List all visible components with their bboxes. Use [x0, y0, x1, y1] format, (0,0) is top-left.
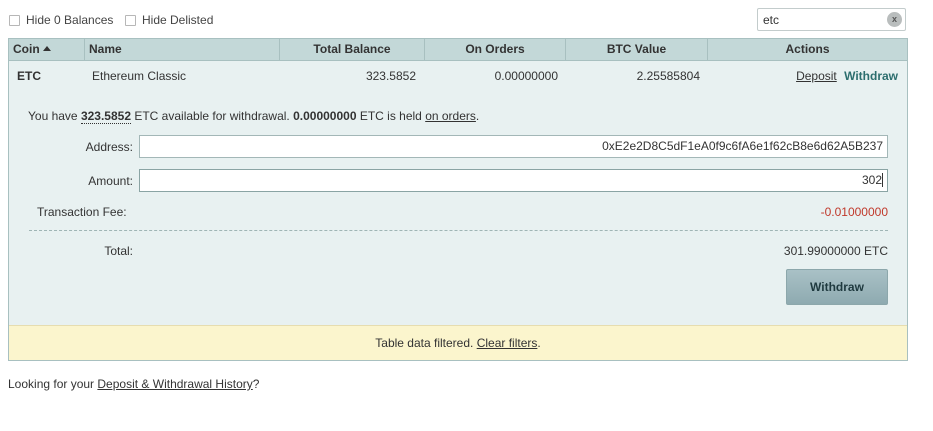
table-header: Coin Name Total Balance On Orders BTC Va… — [9, 39, 907, 61]
total-value: 301.99000000 ETC — [783, 244, 888, 258]
on-orders-link[interactable]: on orders — [425, 109, 476, 123]
withdraw-link[interactable]: Withdraw — [844, 69, 898, 83]
clear-filters-link[interactable]: Clear filters — [477, 336, 538, 350]
held-amount: 0.00000000 — [293, 109, 357, 123]
hide-zero-balances-label: Hide 0 Balances — [26, 13, 114, 27]
clear-search-icon[interactable]: x — [887, 12, 902, 27]
divider — [29, 230, 888, 231]
available-text-4: . — [475, 109, 480, 123]
available-amount[interactable]: 323.5852 — [80, 109, 132, 124]
filter-toolbar: Hide 0 Balances Hide Delisted etc x — [0, 0, 933, 38]
withdraw-button[interactable]: Withdraw — [786, 269, 888, 305]
filter-notice-text: Table data filtered. — [375, 336, 477, 350]
column-header-btc-value[interactable]: BTC Value — [566, 39, 708, 60]
balances-table: Coin Name Total Balance On Orders BTC Va… — [8, 38, 908, 361]
column-header-coin-label: Coin — [13, 42, 40, 56]
amount-label: Amount: — [88, 174, 133, 188]
hide-zero-balances-checkbox[interactable]: Hide 0 Balances — [9, 13, 113, 27]
deposit-link[interactable]: Deposit — [796, 69, 837, 83]
amount-field[interactable]: 302 — [139, 169, 888, 192]
transaction-fee-label: Transaction Fee: — [37, 205, 127, 219]
checkbox-box[interactable] — [125, 14, 136, 26]
column-header-total-balance[interactable]: Total Balance — [280, 39, 425, 60]
on-orders-value: 0.00000000 — [494, 69, 558, 83]
address-field[interactable]: 0xE2e2D8C5dF1eA0f9c6fA6e1f62cB8e6d62A5B2… — [139, 135, 888, 158]
deposit-withdrawal-history-link[interactable]: Deposit & Withdrawal History — [97, 377, 252, 391]
available-text-2: ETC available for withdrawal. — [131, 109, 294, 123]
available-text-3: ETC is held — [356, 109, 426, 123]
coin-name: Ethereum Classic — [92, 69, 187, 83]
total-label: Total: — [104, 244, 133, 258]
column-header-actions: Actions — [785, 42, 830, 56]
amount-value: 302 — [861, 173, 882, 187]
total-balance: 323.5852 — [365, 69, 416, 83]
sort-ascending-icon — [42, 46, 51, 51]
hide-delisted-checkbox[interactable]: Hide Delisted — [125, 13, 213, 27]
history-prompt-text: Looking for your — [8, 377, 98, 391]
available-balance-text: You have 323.5852 ETC available for with… — [28, 109, 480, 124]
checkbox-box[interactable] — [9, 14, 20, 26]
hide-delisted-label: Hide Delisted — [142, 13, 214, 27]
btc-value: 2.25585804 — [636, 69, 700, 83]
search-input[interactable]: etc x — [757, 8, 906, 31]
filter-notice-end: . — [537, 336, 541, 350]
available-text-1: You have — [28, 109, 81, 123]
row-actions: Deposit Withdraw — [708, 69, 898, 83]
history-prompt-end: ? — [252, 377, 260, 391]
transaction-fee-value: -0.01000000 — [820, 205, 888, 219]
table-row[interactable]: ETC Ethereum Classic 323.5852 0.00000000… — [9, 61, 907, 89]
coin-symbol: ETC — [17, 69, 41, 83]
search-value: etc — [763, 13, 780, 27]
column-header-coin[interactable]: Coin — [9, 39, 85, 60]
address-label: Address: — [85, 140, 133, 154]
column-header-name[interactable]: Name — [85, 39, 280, 60]
history-prompt: Looking for your Deposit & Withdrawal Hi… — [8, 377, 259, 391]
column-header-on-orders[interactable]: On Orders — [425, 39, 566, 60]
filter-notice: Table data filtered. Clear filters. — [9, 325, 907, 360]
text-caret — [882, 173, 883, 187]
